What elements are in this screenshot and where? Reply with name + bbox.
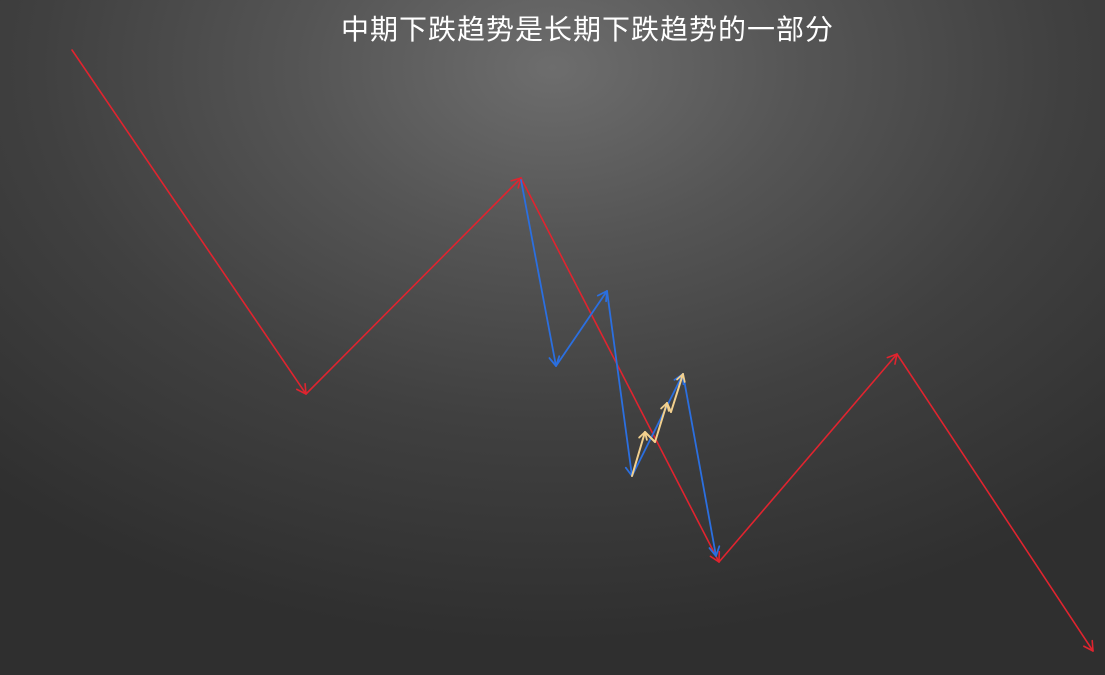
medium-term-leg-4 — [631, 373, 685, 477]
long-term-leg-2 — [305, 177, 522, 395]
trend-diagram — [71, 49, 1094, 652]
long-term-leg-4 — [718, 353, 898, 563]
medium-term-leg-3 — [606, 290, 637, 477]
medium-term-leg-1 — [520, 179, 561, 367]
long-term-leg-3 — [520, 177, 721, 563]
long-term-leg-5 — [896, 353, 1094, 652]
long-term-leg-1 — [71, 49, 307, 395]
short-term-leg-3 — [654, 402, 670, 443]
medium-term-leg-5 — [682, 373, 721, 557]
trend-legs — [71, 49, 1094, 652]
